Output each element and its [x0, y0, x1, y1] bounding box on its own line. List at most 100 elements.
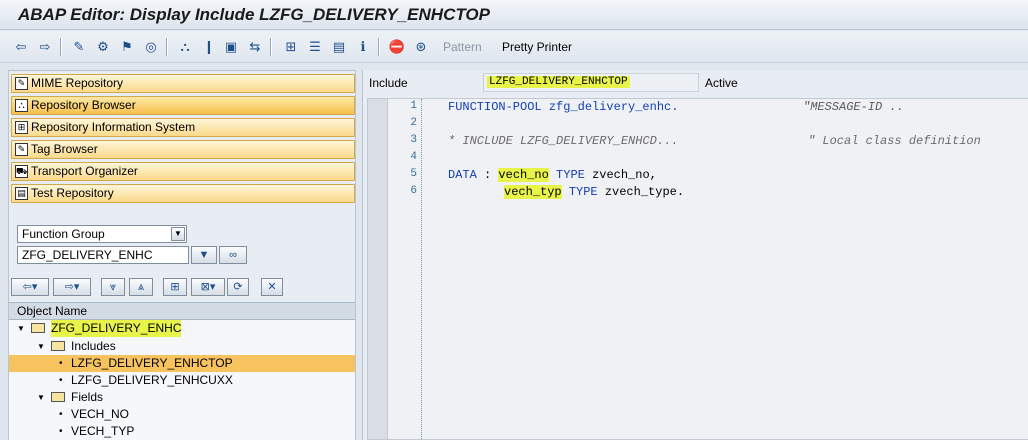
include-name-value: LZFG_DELIVERY_ENHCTOP: [487, 76, 630, 88]
enhance-icon[interactable]: ⇆: [246, 38, 264, 56]
code-area[interactable]: FUNCTION-POOL zfg_delivery_enhc. "MESSAG…: [428, 99, 1028, 439]
tree-column-header: Object Name: [9, 302, 355, 320]
glasses-icon: ∞: [229, 249, 237, 261]
forward-arrow-icon: ⇨▾: [64, 281, 80, 293]
display-glasses-button[interactable]: ∞: [219, 246, 247, 264]
keyword: TYPE: [568, 185, 598, 199]
tree-node-include-top[interactable]: • LZFG_DELIVERY_ENHCTOP: [9, 355, 355, 372]
object-list-icon[interactable]: ❙: [200, 38, 218, 56]
include-name-field[interactable]: LZFG_DELIVERY_ENHCTOP: [483, 73, 699, 92]
tree-node-field-vech-no[interactable]: • VECH_NO: [9, 406, 355, 423]
nav-item-label: MIME Repository: [31, 76, 124, 90]
tree-node-label: VECH_TYP: [71, 424, 135, 438]
tree-node-label: VECH_NO: [71, 407, 130, 421]
code-line-5: DATA : vech_no TYPE zvech_no,: [448, 167, 657, 183]
forward-arrow-icon[interactable]: ⇨: [36, 38, 54, 56]
expand-all-button[interactable]: ⩔: [101, 278, 125, 296]
line-number: 6: [410, 185, 417, 197]
line-number: 3: [410, 134, 417, 146]
hierarchy-icon: ⊞: [170, 281, 180, 293]
tree-node-includes[interactable]: ▼ Includes: [9, 338, 355, 355]
type-name: zvech_type.: [604, 185, 685, 199]
object-name-input[interactable]: ZFG_DELIVERY_ENHC: [17, 246, 189, 264]
where-used-icon[interactable]: ⛬: [176, 38, 194, 56]
hierarchy-icon[interactable]: ⊞: [282, 38, 300, 56]
object-tree: ▼ ZFG_DELIVERY_ENHC ▼ Includes • LZFG_DE…: [9, 320, 355, 440]
refresh-button[interactable]: ⟳: [227, 278, 249, 296]
expanded-triangle-icon[interactable]: ▼: [37, 389, 45, 406]
nav-repository-information-system[interactable]: ⊞ Repository Information System: [11, 118, 355, 137]
tree-node-label: Includes: [71, 339, 116, 353]
navigation-window-icon[interactable]: ▣: [222, 38, 240, 56]
nav-test-repository[interactable]: ▤ Test Repository: [11, 184, 355, 203]
session-breakpoint-icon[interactable]: ⊛: [412, 38, 430, 56]
collapse-all-button[interactable]: ⩓: [129, 278, 153, 296]
toolbar-separator: [270, 38, 272, 56]
expanded-triangle-icon[interactable]: ▼: [37, 338, 45, 355]
transport-icon: ⛟: [15, 165, 28, 178]
info-system-icon: ⊞: [15, 121, 28, 134]
bullet-icon: •: [59, 426, 63, 437]
chevron-down-icon[interactable]: ▼: [171, 227, 185, 241]
tree-node-fields[interactable]: ▼ Fields: [9, 389, 355, 406]
stack-icon[interactable]: ☰: [306, 38, 324, 56]
options-button[interactable]: ⊠▾: [191, 278, 225, 296]
expand-icon: ⩔: [109, 281, 117, 293]
include-status: Active: [705, 76, 738, 90]
toolbar-separator: [60, 38, 62, 56]
bullet-icon: •: [59, 409, 63, 420]
back-arrow-icon: ⇦▾: [22, 281, 38, 293]
tree-node-label: LZFG_DELIVERY_ENHCUXX: [71, 373, 233, 387]
tree-node-function-group[interactable]: ▼ ZFG_DELIVERY_ENHC: [9, 320, 355, 337]
object-type-value: Function Group: [22, 227, 105, 241]
line-number: 2: [410, 117, 417, 129]
next-object-button[interactable]: ⇨▾: [53, 278, 91, 296]
expanded-triangle-icon[interactable]: ▼: [17, 320, 25, 337]
nav-mime-repository[interactable]: ✎ MIME Repository: [11, 74, 355, 93]
type-name: zvech_no,: [592, 168, 657, 182]
object-name-dropdown-button[interactable]: ▼: [191, 246, 217, 264]
nav-tag-browser[interactable]: ✎ Tag Browser: [11, 140, 355, 159]
title-bar: ABAP Editor: Display Include LZFG_DELIVE…: [0, 0, 1028, 30]
navigation-panel: ✎ MIME Repository ⛬ Repository Browser ⊞…: [8, 70, 356, 440]
folder-icon: [51, 341, 65, 351]
tree-node-label: Fields: [71, 390, 104, 404]
breakpoint-icon[interactable]: ⛔: [388, 38, 406, 56]
line-numbers: 1 2 3 4 5 6: [388, 99, 422, 439]
tree-node-include-uxx[interactable]: • LZFG_DELIVERY_ENHCUXX: [9, 372, 355, 389]
refresh-icon: ⟳: [233, 281, 243, 293]
editor-gutter: [368, 99, 388, 439]
test-icon[interactable]: ◎: [142, 38, 160, 56]
line-number: 5: [410, 168, 417, 180]
folder-icon: [51, 392, 65, 402]
info-icon[interactable]: ℹ: [354, 38, 372, 56]
code-line-1: FUNCTION-POOL zfg_delivery_enhc.: [448, 100, 679, 114]
operator: :: [476, 168, 499, 182]
activate-icon[interactable]: ⚑: [118, 38, 136, 56]
tree-node-field-vech-typ[interactable]: • VECH_TYP: [9, 423, 355, 440]
nav-item-label: Test Repository: [31, 186, 114, 200]
pattern-button[interactable]: Pattern: [443, 40, 482, 54]
previous-object-button[interactable]: ⇦▾: [11, 278, 49, 296]
display-list-icon[interactable]: ▤: [330, 38, 348, 56]
toolbar-separator: [378, 38, 380, 56]
keyword: TYPE: [556, 168, 585, 182]
pretty-printer-button[interactable]: Pretty Printer: [502, 40, 572, 54]
hierarchy-button[interactable]: ⊞: [163, 278, 187, 296]
code-line-3: * INCLUDE LZFG_DELIVERY_ENHCD...: [448, 134, 679, 148]
display-change-icon[interactable]: ✎: [70, 38, 88, 56]
editor-panel: Include LZFG_DELIVERY_ENHCTOP Active 1 2…: [362, 70, 1028, 440]
close-browser-button[interactable]: ✕: [261, 278, 283, 296]
check-icon[interactable]: ⚙: [94, 38, 112, 56]
line-number: 4: [410, 151, 417, 163]
mime-repository-icon: ✎: [15, 77, 28, 90]
back-arrow-icon[interactable]: ⇦: [12, 38, 30, 56]
variable-name: vech_no: [498, 168, 549, 182]
code-line-3-comment: " Local class definition: [808, 134, 981, 148]
object-name-value: ZFG_DELIVERY_ENHC: [22, 248, 153, 262]
code-editor[interactable]: 1 2 3 4 5 6 FUNCTION-POOL zfg_delivery_e…: [367, 98, 1028, 440]
nav-transport-organizer[interactable]: ⛟ Transport Organizer: [11, 162, 355, 181]
nav-repository-browser[interactable]: ⛬ Repository Browser: [11, 96, 355, 115]
include-label: Include: [369, 76, 408, 90]
object-type-select[interactable]: Function Group ▼: [17, 225, 187, 243]
